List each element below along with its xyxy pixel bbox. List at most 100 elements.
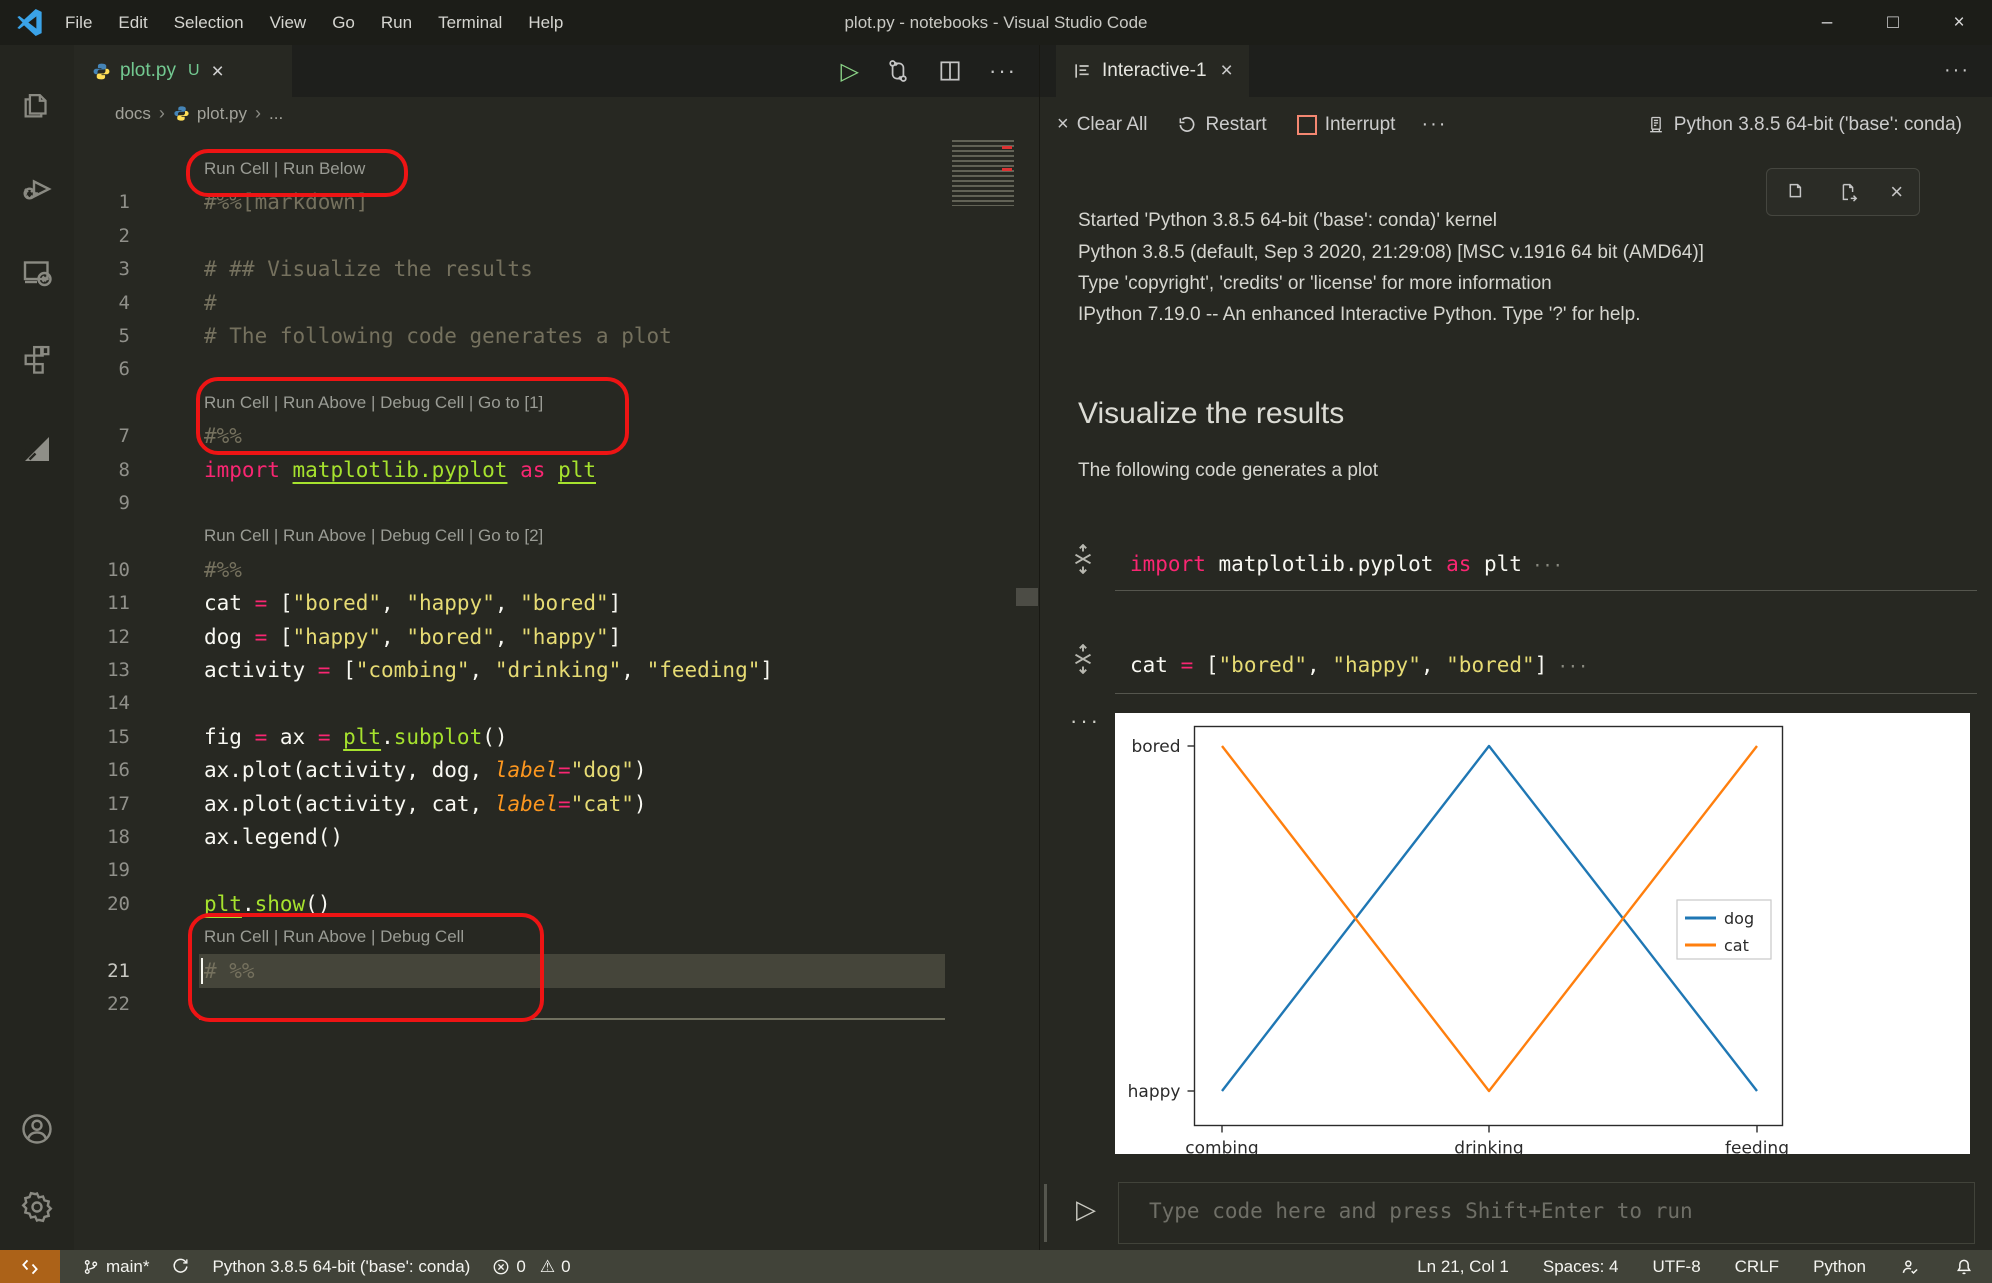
- menu-help[interactable]: Help: [515, 0, 576, 45]
- gather-icon[interactable]: [1070, 644, 1096, 674]
- menu-view[interactable]: View: [257, 0, 320, 45]
- minimap[interactable]: [952, 140, 1014, 206]
- cursor-position-item[interactable]: Ln 21, Col 1: [1417, 1257, 1509, 1277]
- code-line: 13activity = ["combing", "drinking", "fe…: [0, 653, 1016, 687]
- code-text[interactable]: ax.plot(activity, cat, label="cat"): [204, 787, 647, 821]
- editor-more-actions-icon[interactable]: ···: [989, 58, 1017, 84]
- python-interpreter-item[interactable]: Python 3.8.5 64-bit ('base': conda): [212, 1257, 470, 1277]
- line-number: 9: [74, 486, 130, 520]
- code-line: 8import matplotlib.pyplot as plt: [0, 453, 1016, 487]
- editor-scrollbar-thumb[interactable]: [1016, 588, 1038, 606]
- breadcrumb-symbol[interactable]: ...: [269, 104, 283, 124]
- eol-item[interactable]: CRLF: [1735, 1257, 1779, 1277]
- line-number: 14: [74, 686, 130, 720]
- code-input-box[interactable]: Type code here and press Shift+Enter to …: [1118, 1182, 1975, 1244]
- code-text[interactable]: import matplotlib.pyplot as plt: [204, 453, 596, 487]
- input-placeholder: Type code here and press Shift+Enter to …: [1149, 1199, 1693, 1223]
- menu-terminal[interactable]: Terminal: [425, 0, 515, 45]
- kernel-icon: [1646, 115, 1666, 135]
- menu-file[interactable]: File: [52, 0, 105, 45]
- line-number: 11: [74, 586, 130, 620]
- code-text[interactable]: dog = ["happy", "bored", "happy"]: [204, 620, 621, 654]
- annotation-circle-run-below: [186, 149, 408, 197]
- code-text[interactable]: ax.plot(activity, dog, label="dog"): [204, 753, 647, 787]
- svg-text:feeding: feeding: [1725, 1139, 1789, 1155]
- code-text[interactable]: #: [204, 286, 217, 320]
- line-number: 4: [74, 286, 130, 320]
- window-title: plot.py - notebooks - Visual Studio Code: [844, 13, 1147, 33]
- panel-more-actions-icon[interactable]: ···: [1944, 59, 1970, 82]
- output-more-actions-icon[interactable]: ···: [1070, 708, 1101, 734]
- executed-cell-code[interactable]: cat = ["bored", "happy", "bored"] ···: [1130, 653, 1588, 677]
- line-number: 12: [74, 620, 130, 654]
- annotation-circle-cell-1: [196, 377, 629, 455]
- restart-icon: [1177, 115, 1197, 135]
- sync-icon[interactable]: [171, 1257, 190, 1276]
- menu-edit[interactable]: Edit: [105, 0, 160, 45]
- code-text[interactable]: fig = ax = plt.subplot(): [204, 720, 508, 754]
- split-editor-icon[interactable]: [937, 58, 963, 84]
- notifications-bell-icon[interactable]: [1954, 1257, 1974, 1277]
- markdown-paragraph: The following code generates a plot: [1078, 460, 1378, 482]
- menu-selection[interactable]: Selection: [161, 0, 257, 45]
- code-text[interactable]: # The following code generates a plot: [204, 319, 672, 353]
- maximize-button[interactable]: □: [1860, 0, 1926, 45]
- tab-interactive-1[interactable]: Interactive-1 ×: [1056, 45, 1249, 97]
- executed-cell-code[interactable]: import matplotlib.pyplot as plt ···: [1130, 552, 1563, 576]
- tab-label: plot.py: [120, 60, 176, 82]
- code-editor[interactable]: Run Cell | Run Below1#%%[markdown]23# ##…: [74, 130, 1039, 1250]
- line-number: 17: [74, 787, 130, 821]
- kernel-selector[interactable]: Python 3.8.5 64-bit ('base': conda): [1646, 114, 1962, 136]
- svg-text:happy: happy: [1128, 1082, 1181, 1102]
- minimize-button[interactable]: –: [1794, 0, 1860, 45]
- copy-icon[interactable]: [1783, 181, 1805, 203]
- editor-tab-bar: plot.py U × ▷ ···: [74, 45, 1039, 97]
- remote-indicator[interactable]: [0, 1250, 60, 1283]
- open-changes-icon[interactable]: [885, 58, 911, 84]
- menu-run[interactable]: Run: [368, 0, 425, 45]
- code-line: 12 dog = ["happy", "bored", "happy"]: [0, 620, 1016, 654]
- tab-close-icon[interactable]: ×: [1221, 59, 1233, 83]
- code-line: 16ax.plot(activity, dog, label="dog"): [0, 753, 1016, 787]
- run-input-icon[interactable]: ▷: [1076, 1194, 1096, 1225]
- explorer-icon[interactable]: [0, 73, 74, 137]
- encoding-item[interactable]: UTF-8: [1652, 1257, 1700, 1277]
- menu-go[interactable]: Go: [319, 0, 368, 45]
- interrupt-icon: [1297, 115, 1317, 135]
- git-branch-icon: [82, 1258, 100, 1276]
- toolbar-more-actions-icon[interactable]: ···: [1421, 113, 1447, 136]
- restart-button[interactable]: Restart: [1177, 114, 1266, 136]
- code-line: 11 cat = ["bored", "happy", "bored"]: [0, 586, 1016, 620]
- indentation-item[interactable]: Spaces: 4: [1543, 1257, 1619, 1277]
- code-line: 15fig = ax = plt.subplot(): [0, 720, 1016, 754]
- close-icon[interactable]: ×: [1890, 179, 1903, 205]
- tab-plot-py[interactable]: plot.py U ×: [74, 45, 292, 97]
- vscode-window: File Edit Selection View Go Run Terminal…: [0, 0, 1992, 1283]
- account-icon[interactable]: [0, 1097, 74, 1161]
- breadcrumb-folder[interactable]: docs: [115, 104, 151, 124]
- code-text[interactable]: activity = ["combing", "drinking", "feed…: [204, 653, 773, 687]
- problems-item[interactable]: 0 ⚠ 0: [492, 1257, 570, 1277]
- code-text[interactable]: #%%: [204, 553, 242, 587]
- clear-all-button[interactable]: × Clear All: [1057, 113, 1147, 136]
- status-bar: main* Python 3.8.5 64-bit ('base': conda…: [0, 1250, 1992, 1283]
- code-text[interactable]: ax.legend(): [204, 820, 343, 854]
- code-text[interactable]: cat = ["bored", "happy", "bored"]: [204, 586, 621, 620]
- export-icon[interactable]: [1837, 181, 1859, 203]
- breadcrumb-file[interactable]: plot.py: [197, 104, 247, 124]
- gather-icon[interactable]: [1070, 544, 1096, 574]
- code-line: 10#%%: [0, 553, 1016, 587]
- settings-gear-icon[interactable]: [0, 1175, 74, 1239]
- codelens-actions[interactable]: Run Cell | Run Above | Debug Cell | Go t…: [204, 519, 543, 553]
- feedback-icon[interactable]: [1900, 1257, 1920, 1277]
- line-number: 20: [74, 887, 130, 921]
- tab-close-icon[interactable]: ×: [212, 61, 224, 82]
- git-branch-item[interactable]: main*: [82, 1257, 149, 1277]
- language-mode-item[interactable]: Python: [1813, 1257, 1866, 1277]
- interrupt-button[interactable]: Interrupt: [1297, 114, 1396, 136]
- matplotlib-plot: boredhappycombingdrinkingfeedingdogcat: [1115, 713, 1970, 1154]
- run-python-file-icon[interactable]: ▷: [841, 57, 859, 86]
- input-scrollbar: [1044, 1184, 1047, 1242]
- close-window-button[interactable]: ×: [1926, 0, 1992, 45]
- code-text[interactable]: # ## Visualize the results: [204, 252, 533, 286]
